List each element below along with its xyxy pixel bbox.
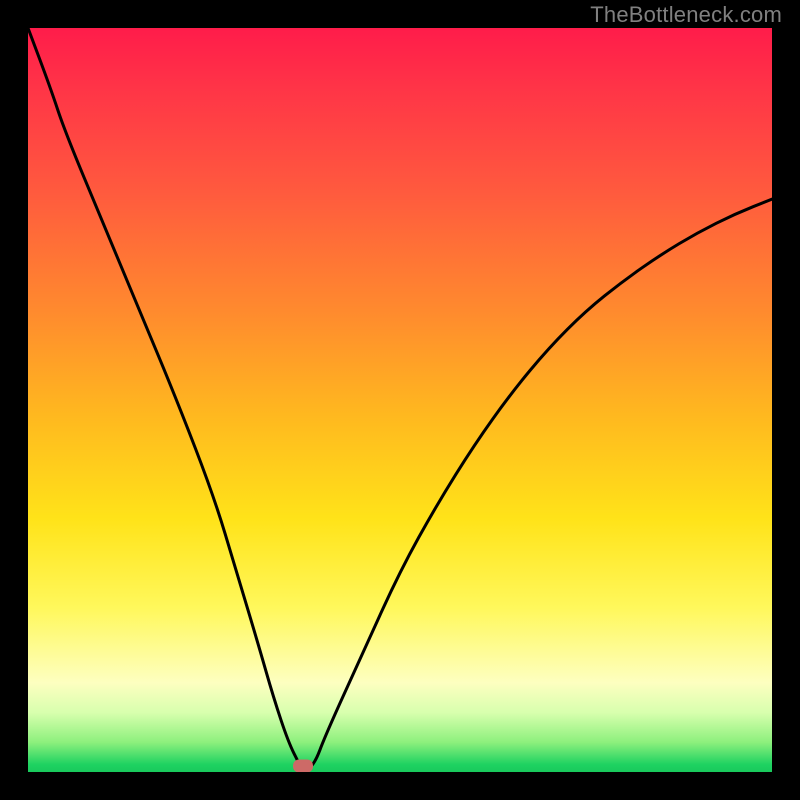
plot-area: [28, 28, 772, 772]
chart-frame: TheBottleneck.com: [0, 0, 800, 800]
watermark-text: TheBottleneck.com: [590, 2, 782, 28]
sweet-spot-marker: [293, 760, 313, 772]
bottleneck-curve: [28, 28, 772, 772]
